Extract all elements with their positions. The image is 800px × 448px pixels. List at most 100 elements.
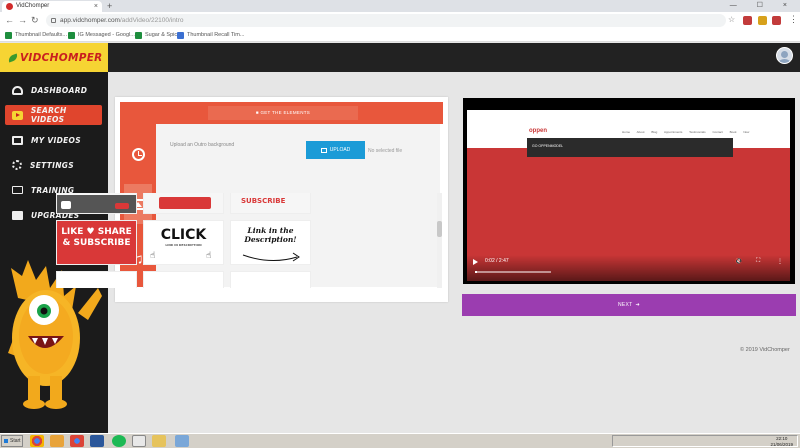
thumbnail-item[interactable] [56, 193, 137, 214]
extension-icon[interactable] [743, 16, 752, 25]
clock-icon [131, 147, 145, 161]
url-input[interactable]: app.vidchomper.com/addVideo/22100/intro [46, 14, 726, 27]
bookmark-item[interactable]: Thumbnail Defaults... [5, 31, 67, 40]
copyright-text: © 2019 VidChomper [740, 347, 790, 353]
doc-icon [177, 32, 184, 39]
browser-tab[interactable]: VidChomper × [2, 1, 102, 12]
explorer-taskbar-icon[interactable] [152, 435, 166, 447]
dashboard-icon [12, 85, 23, 95]
like-share-subscribe-thumbnail[interactable]: LIKE ♥ SHARE & SUBSCRIBE [56, 220, 137, 265]
mute-icon[interactable]: 🔇 [735, 258, 742, 265]
new-tab-button[interactable]: + [107, 0, 112, 12]
upload-icon [320, 147, 327, 153]
monitor-icon [12, 186, 23, 194]
sheets-icon [5, 32, 12, 39]
upload-button[interactable]: UPLOAD [306, 141, 365, 159]
forward-icon[interactable]: → [18, 14, 27, 27]
start-button[interactable]: Start [1, 435, 23, 447]
reload-icon[interactable]: ↻ [31, 14, 39, 27]
arrow-icon [242, 252, 300, 262]
preview-site-menu: Home About Blog Appointments Testimonial… [622, 130, 750, 134]
sidebar-item-label: SETTINGS [30, 160, 74, 170]
upgrade-icon [12, 210, 23, 220]
sheets-icon [68, 32, 75, 39]
sidebar-item-search-videos[interactable]: SEARCH VIDEOS [5, 105, 102, 125]
browser-taskbar-icon[interactable] [70, 435, 84, 447]
arrow-right-icon: ➜ [635, 302, 641, 308]
app-taskbar-icon[interactable] [175, 435, 189, 447]
clock[interactable]: 22:10 21/06/2019 [770, 436, 793, 448]
address-bar-row: ← → ↻ app.vidchomper.com/addVideo/22100/… [0, 12, 800, 29]
logo-text: VIDCHOMPER [20, 51, 103, 64]
subscribe-graphic [159, 197, 211, 209]
video-time: 0:02 / 2:47 [485, 258, 509, 264]
play-icon[interactable] [473, 259, 478, 265]
sidebar-item-label: DASHBOARD [31, 85, 88, 95]
preview-dropdown: GO OPPENMODEL [527, 138, 733, 157]
app-header [0, 43, 800, 72]
hand-cursor-icon: ☝ [206, 251, 212, 261]
vidchomper-logo[interactable]: VIDCHOMPER [0, 43, 108, 72]
thumbnail-grid: SUBSCRIBE LIKE ♥ SHARE & SUBSCRIBE CLICK… [56, 193, 312, 288]
browser-tabbar: VidChomper × + — ☐ × [0, 0, 800, 12]
click-link-thumbnail[interactable]: CLICK LINK IN DESCRIPTION ☝ ☝ [143, 220, 224, 265]
bookmark-item[interactable]: Sugar & Spice [135, 31, 180, 40]
bookmarks-bar: Thumbnail Defaults... IG Messaged - Goog… [0, 29, 800, 42]
bookmark-star-icon[interactable]: ☆ [728, 15, 735, 24]
chrome-taskbar-icon[interactable] [30, 435, 44, 447]
gear-icon [12, 160, 22, 170]
hand-cursor-icon: ☝ [150, 251, 156, 261]
upload-status: No selected file [368, 148, 403, 154]
url-host: app.vidchomper.com [60, 17, 120, 24]
thumbs-up-icon [61, 201, 71, 209]
spotify-taskbar-icon[interactable] [112, 435, 126, 447]
link-in-description-thumbnail[interactable]: Link in the Description! [230, 220, 311, 265]
video-icon [12, 135, 23, 145]
os-taskbar: Start 22:10 21/06/2019 [0, 433, 800, 448]
thumbnail-scrollbar[interactable] [437, 193, 442, 288]
next-button-label: NEXT [617, 302, 633, 308]
close-tab-icon[interactable]: × [94, 1, 98, 12]
get-elements-button[interactable]: ■ GET THE ELEMENTS [208, 106, 358, 120]
thumbnail-item[interactable]: SUBSCRIBE [230, 193, 311, 214]
upload-label: Upload an Outro background [170, 142, 235, 148]
editor-top-bar: ■ GET THE ELEMENTS [120, 102, 443, 124]
window-controls[interactable]: — ☐ × [730, 0, 796, 12]
next-button[interactable]: NEXT ➜ [462, 294, 796, 316]
logo-leaf-icon [7, 52, 19, 63]
sidebar-item-label: SEARCH VIDEOS [30, 106, 67, 124]
thumbnail-item[interactable] [143, 271, 224, 288]
bookmark-item[interactable]: Thumbnail Recall Tim... [177, 31, 244, 40]
bookmark-item[interactable]: IG Messaged - Googl... [68, 31, 135, 40]
thumbnail-item[interactable] [143, 193, 224, 214]
youtube-icon [12, 110, 23, 120]
more-options-icon[interactable]: ⋮ [777, 258, 783, 265]
back-icon[interactable]: ← [5, 14, 14, 27]
lock-icon [51, 18, 56, 23]
subscribe-text: SUBSCRIBE [241, 197, 286, 205]
video-controls: 0:02 / 2:47 🔇 ⛶ ⋮ [467, 255, 790, 281]
video-progress-bar[interactable] [475, 271, 551, 273]
media-taskbar-icon[interactable] [50, 435, 64, 447]
user-avatar[interactable] [776, 47, 793, 64]
thumbnail-item[interactable] [56, 271, 137, 288]
fullscreen-icon[interactable]: ⛶ [756, 258, 760, 265]
preview-site-logo: oppen [529, 128, 547, 134]
sidebar-item-my-videos[interactable]: MY VIDEOS [5, 130, 102, 150]
browser-menu-icon[interactable]: ⋮ [789, 14, 798, 25]
system-tray: 22:10 21/06/2019 [612, 435, 798, 447]
sidebar-item-dashboard[interactable]: DASHBOARD [5, 80, 102, 100]
active-chrome-taskbar-icon[interactable] [132, 435, 146, 447]
tab-title: VidChomper [16, 3, 50, 9]
sheets-icon [135, 32, 142, 39]
thumbnail-item[interactable] [230, 271, 311, 288]
extension-icon[interactable] [772, 16, 781, 25]
scrollbar-thumb[interactable] [437, 221, 442, 237]
url-path: /addVideo/22100/intro [119, 17, 184, 24]
upload-button-label: UPLOAD [329, 147, 351, 153]
timer-tab[interactable] [124, 134, 152, 174]
sidebar-item-label: MY VIDEOS [31, 135, 81, 145]
word-taskbar-icon[interactable] [90, 435, 104, 447]
sidebar-item-settings[interactable]: SETTINGS [5, 155, 102, 175]
extension-icon[interactable] [758, 16, 767, 25]
